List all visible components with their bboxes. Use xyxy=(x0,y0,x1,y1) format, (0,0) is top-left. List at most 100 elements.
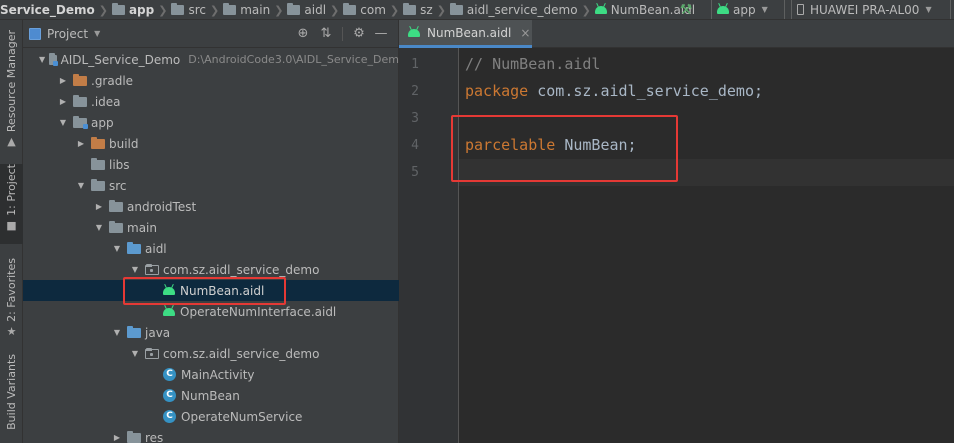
divider xyxy=(342,27,343,41)
chevron-down-icon[interactable]: ▼ xyxy=(129,265,141,274)
breadcrumb-item-aidl-service-demo[interactable]: ❯ aidl_service_demo xyxy=(433,0,578,19)
folder-icon xyxy=(73,94,87,107)
chevron-right-icon: ❯ xyxy=(98,3,108,17)
tree-item-aidl-service-demo[interactable]: ▼ AIDL_Service_Demo D:\AndroidCode3.0\AIDL… xyxy=(23,49,399,70)
tree-item-res[interactable]: ▶ res xyxy=(23,427,399,443)
chevron-down-icon[interactable]: ▼ xyxy=(39,55,45,64)
line-number: 1 xyxy=(411,57,419,72)
chevron-right-icon: ❯ xyxy=(330,3,340,17)
tree-item-label: .idea xyxy=(91,94,121,109)
folder-icon xyxy=(109,220,123,233)
tree-item-numbean[interactable]: C NumBean xyxy=(23,385,399,406)
chevron-down-icon[interactable]: ▼ xyxy=(57,118,69,127)
tab-build-variants[interactable]: Build Variants xyxy=(0,354,23,443)
chevron-down-icon[interactable]: ▼ xyxy=(111,244,123,253)
locate-file-icon[interactable]: ⊕ xyxy=(295,26,311,42)
tree-item-operatenumservice[interactable]: C OperateNumService xyxy=(23,406,399,427)
folder-icon xyxy=(73,73,87,86)
breadcrumb-item-app[interactable]: ❯ app xyxy=(95,0,154,19)
tree-item-aidl[interactable]: ▼ aidl xyxy=(23,238,399,259)
folder-icon xyxy=(287,3,301,15)
chevron-right-icon[interactable]: ▶ xyxy=(75,139,87,148)
tree-item-app[interactable]: ▼ app xyxy=(23,112,399,133)
minimize-icon[interactable]: — xyxy=(373,26,389,42)
project-view-select[interactable]: Project xyxy=(47,27,88,41)
tab-project[interactable]: 1: Project ■ xyxy=(0,164,23,244)
folder-icon xyxy=(91,136,105,149)
project-tree: ▼ AIDL_Service_Demo D:\AndroidCode3.0\AIDL… xyxy=(23,48,399,443)
line-number: 4 xyxy=(411,138,419,153)
line-number: 5 xyxy=(411,165,419,180)
code-line[interactable]: package com.sz.aidl_service_demo; xyxy=(465,78,763,105)
tree-item-label: .gradle xyxy=(91,73,134,88)
tree-item-com-sz-aidl-service-demo[interactable]: ▼ com.sz.aidl_service_demo xyxy=(23,343,399,364)
chevron-right-icon[interactable]: ▶ xyxy=(111,433,123,442)
breadcrumb-item-main[interactable]: ❯ main xyxy=(206,0,271,19)
tab-label: 2: Favorites xyxy=(5,258,18,322)
tree-item-java[interactable]: ▼ java xyxy=(23,322,399,343)
tree-item-libs[interactable]: libs xyxy=(23,154,399,175)
chevron-down-icon: ▼ xyxy=(761,5,768,14)
tree-item-label: res xyxy=(145,430,164,443)
build-hammer-icon[interactable]: ⚒ xyxy=(676,0,696,19)
tree-item-build[interactable]: ▶ build xyxy=(23,133,399,154)
class-icon: C xyxy=(163,368,176,381)
tree-item-androidtest[interactable]: ▶ androidTest xyxy=(23,196,399,217)
tree-item-label: libs xyxy=(109,157,130,172)
chevron-right-icon: ❯ xyxy=(581,3,591,17)
chevron-right-icon: ❯ xyxy=(389,3,400,17)
project-view-icon xyxy=(29,27,41,40)
tab-favorites[interactable]: 2: Favorites ★ xyxy=(0,258,23,340)
breadcrumb-item-aidl[interactable]: ❯ aidl xyxy=(270,0,326,19)
breadcrumb-label: com xyxy=(360,3,386,17)
tree-item-idea[interactable]: ▶ .idea xyxy=(23,91,399,112)
breadcrumb-label: sz xyxy=(420,3,433,17)
close-icon[interactable]: × xyxy=(520,26,530,40)
tree-item-label: AIDL_Service_Demo xyxy=(60,52,181,67)
chevron-right-icon[interactable]: ▶ xyxy=(57,76,69,85)
code-area[interactable]: // NumBean.aidl package com.sz.aidl_servi… xyxy=(459,48,954,443)
breadcrumb-item-sz[interactable]: ❯ sz xyxy=(386,0,433,19)
code-keyword: package xyxy=(465,82,529,100)
breadcrumb: Service_Demo ❯ app ❯ src ❯ main ❯ aidl ❯ com ❯ sz ❯ ai… xyxy=(0,0,695,19)
chevron-right-icon: ❯ xyxy=(436,3,446,17)
gear-icon[interactable]: ⚙ xyxy=(351,26,367,42)
tree-item-main[interactable]: ▼ main xyxy=(23,217,399,238)
expand-all-icon[interactable]: ⇅ xyxy=(318,26,334,42)
tree-item-mainactivity[interactable]: C MainActivity xyxy=(23,364,399,385)
tree-item-gradle[interactable]: ▶ .gradle xyxy=(23,70,399,91)
device-select[interactable]: HUAWEI PRA-AL00 ▼ xyxy=(791,0,951,19)
run-config-select[interactable]: app ▼ xyxy=(711,0,785,19)
code-line[interactable]: // NumBean.aidl xyxy=(465,51,600,78)
breadcrumb-item-service-demo[interactable]: Service_Demo xyxy=(0,0,95,19)
project-path: D:\AndroidCode3.0\AIDL_Service_Dem xyxy=(188,53,399,66)
chevron-right-icon: ❯ xyxy=(274,3,284,17)
highlight-box-code xyxy=(451,115,678,182)
chevron-down-icon[interactable]: ▼ xyxy=(111,328,123,337)
chevron-right-icon[interactable]: ▶ xyxy=(93,202,105,211)
folder-icon xyxy=(403,3,417,15)
package-icon xyxy=(145,263,159,275)
folder-icon xyxy=(111,3,125,15)
tab-numbean-aidl[interactable]: NumBean.aidl × xyxy=(399,20,532,48)
class-icon: C xyxy=(163,389,176,402)
run-config-label: app xyxy=(733,2,756,17)
chevron-down-icon[interactable]: ▼ xyxy=(75,181,87,190)
tab-label: NumBean.aidl xyxy=(427,25,512,40)
folder-icon xyxy=(91,178,105,191)
chevron-down-icon[interactable]: ▼ xyxy=(129,349,141,358)
tree-item-src[interactable]: ▼ src xyxy=(23,175,399,196)
chevron-right-icon[interactable]: ▶ xyxy=(57,97,69,106)
tab-resource-manager[interactable]: Resource Manager ▲ xyxy=(0,30,23,154)
tree-item-label: OperateNumInterface.aidl xyxy=(180,304,337,319)
android-icon xyxy=(594,6,607,14)
android-icon xyxy=(717,5,729,14)
chevron-down-icon[interactable]: ▼ xyxy=(93,223,105,232)
breadcrumb-item-src[interactable]: ❯ src xyxy=(154,0,206,19)
tool-window-strip: Resource Manager ▲ 1: Project ■ 2: Favor… xyxy=(0,20,23,443)
breadcrumb-label: main xyxy=(240,3,271,17)
tree-item-label: OperateNumService xyxy=(181,409,303,424)
chevron-down-icon[interactable]: ▼ xyxy=(94,29,100,38)
breadcrumb-item-com[interactable]: ❯ com xyxy=(326,0,386,19)
folder-icon xyxy=(449,3,463,15)
